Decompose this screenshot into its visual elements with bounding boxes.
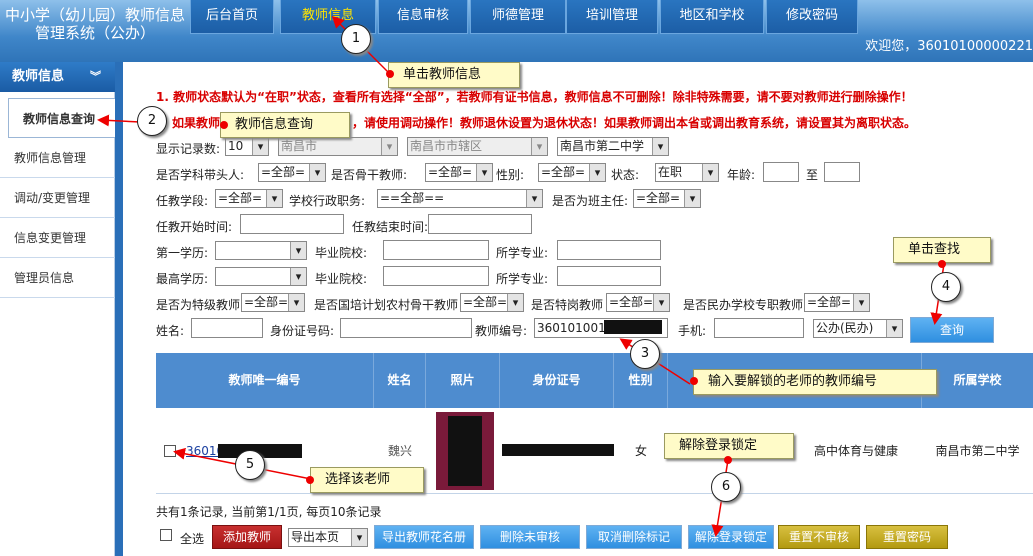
callout-dot: [386, 70, 394, 78]
callout-dot: [724, 456, 732, 464]
step-3-marker: 3: [630, 339, 660, 369]
step-5-marker: 5: [235, 450, 265, 480]
step-6-marker: 6: [711, 472, 741, 502]
callout-enter-teacher-no: 输入要解锁的老师的教师编号: [693, 369, 937, 395]
callout-click-teacher-info: 单击教师信息: [388, 62, 520, 88]
callout-unlock-login: 解除登录锁定: [664, 433, 794, 459]
step-2-marker: 2: [137, 106, 167, 136]
callout-teacher-query: 教师信息查询: [220, 112, 350, 138]
callout-dot: [306, 476, 314, 484]
callout-dot: [938, 260, 946, 268]
callout-dot: [220, 121, 228, 129]
step-4-marker: 4: [931, 272, 961, 302]
callout-select-teacher: 选择该老师: [310, 467, 424, 493]
callout-dot: [690, 377, 698, 385]
step-1-marker: 1: [341, 24, 371, 54]
